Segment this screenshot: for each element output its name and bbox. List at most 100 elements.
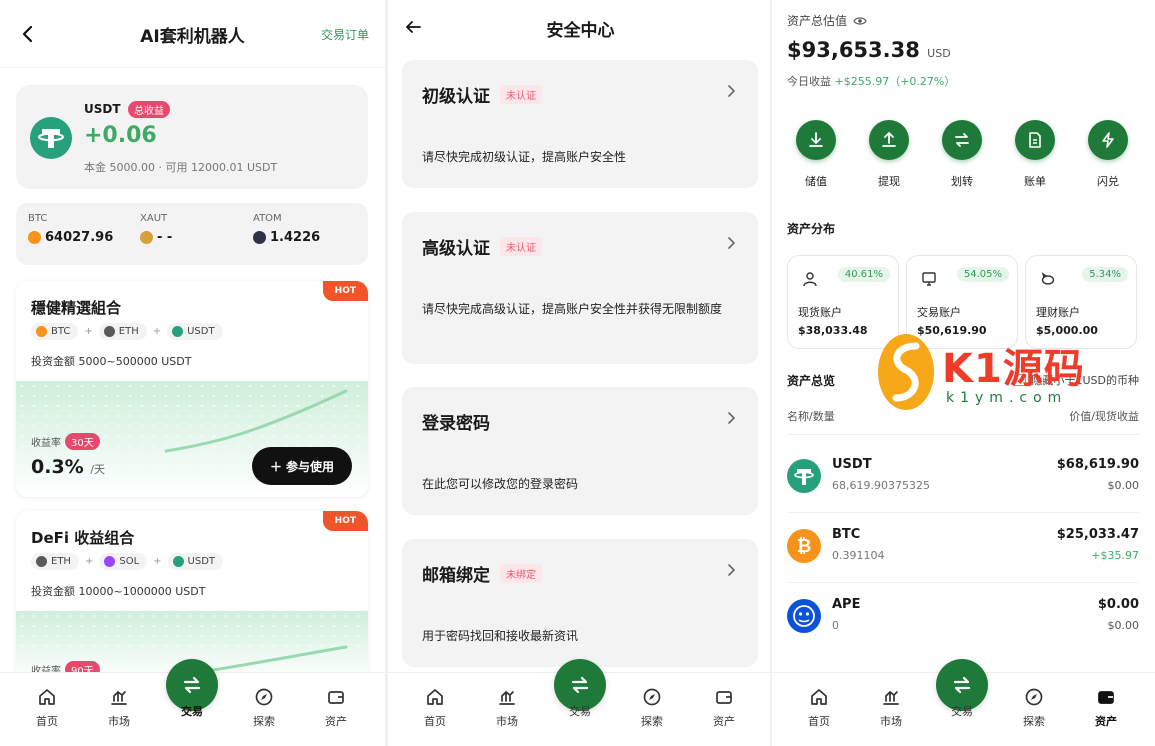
swap-icon <box>953 676 971 694</box>
nav-home[interactable]: 首页 <box>794 687 844 729</box>
nav-explore[interactable]: 探索 <box>627 687 677 729</box>
nav-trade-button[interactable]: 交易 <box>166 659 218 718</box>
nav-market[interactable]: 市场 <box>482 687 532 729</box>
status-badge: 未认证 <box>500 237 542 256</box>
assets-screen: 资产总估值 $93,653.38 USD 今日收益 +$255.97（+0.27… <box>772 0 1155 746</box>
combo-title: 穩健精選組合 <box>31 299 122 317</box>
combo-title: DeFi 收益组合 <box>31 529 135 547</box>
asset-qty: 68,619.90375325 <box>832 479 930 492</box>
rate-label: 收益率 30天 <box>31 433 100 450</box>
coin-pill: ETH <box>31 553 79 570</box>
ticker-xaut[interactable]: XAUT - - <box>140 213 172 245</box>
nav-trade-label: 交易 <box>569 705 591 718</box>
nav-trade-button[interactable]: 交易 <box>936 659 988 718</box>
advanced-verification-card[interactable]: 高级认证 未认证 请尽快完成高级认证，提高账户安全性并获得无限制额度 <box>402 212 758 364</box>
overview-title: 资产总览 <box>787 374 836 388</box>
profit-value: +0.06 <box>84 123 157 148</box>
hot-tag: HOT <box>322 281 368 301</box>
asset-qty: 0.391104 <box>832 549 885 562</box>
login-password-card[interactable]: 登录密码 在此您可以修改您的登录密码 <box>402 387 758 515</box>
wealth-account-card[interactable]: 5.34% 理财账户 $5,000.00 <box>1025 255 1137 349</box>
bottom-nav: 首页 市场 交易 探索 资产 <box>388 659 773 746</box>
btc-icon <box>36 326 47 337</box>
account-value: $50,619.90 <box>917 324 987 337</box>
chevron-right-icon <box>728 237 736 249</box>
home-icon <box>39 689 55 705</box>
distribution-title: 资产分布 <box>787 222 836 236</box>
total-earnings-badge: 总收益 <box>128 101 170 118</box>
bill-button[interactable]: 账单 <box>1005 120 1065 189</box>
svg-text:₿: ₿ <box>797 536 812 557</box>
coin-name: USDT <box>84 102 121 116</box>
nav-trade-label: 交易 <box>951 705 973 718</box>
security-center-screen: 安全中心 初级认证 未认证 请尽快完成初级认证，提高账户安全性 高级认证 未认证 请… <box>388 0 773 746</box>
download-icon <box>809 132 823 147</box>
nav-assets[interactable]: 资产 <box>1081 687 1131 729</box>
nav-home[interactable]: 首页 <box>410 687 460 729</box>
transfer-button[interactable]: 划转 <box>932 120 992 189</box>
nav-home[interactable]: 首页 <box>22 687 72 729</box>
nav-trade-button[interactable]: 交易 <box>554 659 606 718</box>
combo-card-defi[interactable]: HOT DeFi 收益组合 ETH + SOL + USDT 投资金额 1000… <box>16 511 368 681</box>
trading-account-card[interactable]: 54.05% 交易账户 $50,619.90 <box>906 255 1018 349</box>
asset-pnl: +$35.97 <box>1091 549 1139 562</box>
ticker-btc[interactable]: BTC 64027.96 <box>28 213 113 245</box>
rate-value: 0.3% /天 <box>31 456 106 478</box>
today-earnings: 今日收益 +$255.97（+0.27%） <box>787 75 956 88</box>
join-button[interactable]: ＋参与使用 <box>252 447 352 485</box>
ticker-price: 1.4226 <box>270 230 321 245</box>
asset-name: APE <box>832 597 861 612</box>
piggy-bank-icon <box>1041 272 1055 285</box>
asset-row-ape[interactable]: APE 0 $0.00 $0.00 <box>787 583 1139 653</box>
hide-small-toggle[interactable]: 隐藏小于1USD的币种 <box>1014 372 1139 388</box>
nav-assets[interactable]: 资产 <box>311 687 361 729</box>
usdt-icon <box>787 459 821 493</box>
asset-value: $68,619.90 <box>1056 457 1139 472</box>
asset-qty: 0 <box>832 619 839 632</box>
combo-coins: BTC + ETH + USDT <box>31 323 223 340</box>
col-name-qty: 名称/数量 <box>787 410 835 423</box>
card-title: 邮箱绑定 未绑定 <box>422 561 542 586</box>
nav-explore[interactable]: 探索 <box>1009 687 1059 729</box>
eye-icon[interactable] <box>853 16 867 26</box>
withdraw-button[interactable]: 提现 <box>859 120 919 189</box>
account-name: 理财账户 <box>1036 306 1080 319</box>
asset-value: $25,033.47 <box>1056 527 1139 542</box>
flash-swap-button[interactable]: 闪兑 <box>1078 120 1138 189</box>
nav-explore[interactable]: 探索 <box>239 687 289 729</box>
swap-icon <box>183 676 201 694</box>
asset-value: $0.00 <box>1097 597 1139 612</box>
card-description: 在此您可以修改您的登录密码 <box>422 477 579 491</box>
spot-account-card[interactable]: 40.61% 现货账户 $38,033.48 <box>787 255 899 349</box>
ticker-price: 64027.96 <box>45 230 114 245</box>
deposit-button[interactable]: 储值 <box>786 120 846 189</box>
nav-assets[interactable]: 资产 <box>699 687 749 729</box>
checkbox[interactable] <box>1014 374 1027 386</box>
combo-coins: ETH + SOL + USDT <box>31 553 224 570</box>
nav-market[interactable]: 市场 <box>94 687 144 729</box>
asset-row-btc[interactable]: ₿ BTC 0.391104 $25,033.47 +$35.97 <box>787 513 1139 583</box>
card-title: 登录密码 <box>422 414 490 434</box>
chevron-right-icon <box>728 85 736 97</box>
email-binding-card[interactable]: 邮箱绑定 未绑定 用于密码找回和接收最新资讯 <box>402 539 758 667</box>
ticker-atom[interactable]: ATOM 1.4226 <box>253 213 320 245</box>
btc-icon: ₿ <box>787 529 821 563</box>
swap-icon <box>571 676 589 694</box>
basic-verification-card[interactable]: 初级认证 未认证 请尽快完成初级认证，提高账户安全性 <box>402 60 758 188</box>
bottom-nav: 首页 市场 交易 探索 资产 <box>772 659 1155 746</box>
nav-market[interactable]: 市场 <box>866 687 916 729</box>
chevron-right-icon <box>728 564 736 576</box>
wallet-icon <box>328 691 344 704</box>
usdt-earnings-card[interactable]: USDT 总收益 +0.06 本金 5000.00 · 可用 12000.01 … <box>16 85 368 189</box>
usdt-icon <box>172 326 184 337</box>
asset-row-usdt[interactable]: USDT 68,619.90375325 $68,619.90 $0.00 <box>787 443 1139 513</box>
ape-icon <box>787 599 821 633</box>
user-icon <box>803 272 817 287</box>
total-assets-value: $93,653.38 USD <box>787 38 951 62</box>
trade-orders-link[interactable]: 交易订单 <box>321 26 369 43</box>
plus-icon: ＋ <box>269 459 282 474</box>
combo-card-stable[interactable]: HOT 穩健精選組合 BTC + ETH + USDT 投资金额 5000~50… <box>16 281 368 497</box>
account-name: 现货账户 <box>798 306 842 319</box>
status-badge: 未认证 <box>500 85 542 104</box>
card-description: 用于密码找回和接收最新资讯 <box>422 629 579 643</box>
